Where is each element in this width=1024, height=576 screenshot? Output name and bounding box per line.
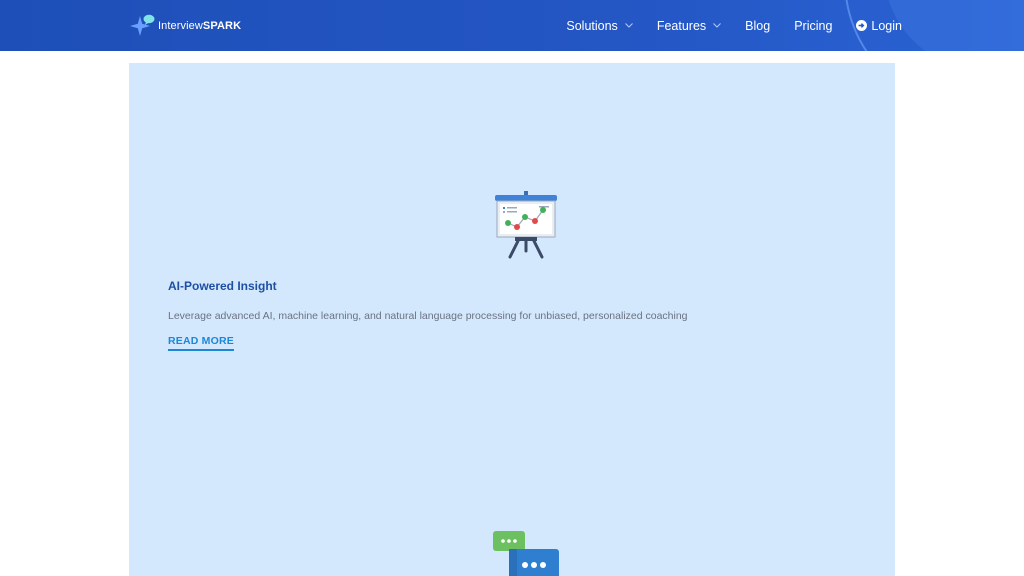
feature-title: AI-Powered Insight — [168, 279, 277, 293]
main-nav: Solutions Features Blog Pricing Login — [542, 0, 902, 51]
nav-solutions[interactable]: Solutions — [566, 18, 633, 33]
presentation-chart-icon — [495, 191, 557, 259]
logo-text: InterviewSPARK — [158, 20, 242, 32]
chevron-down-icon — [713, 23, 722, 28]
logo-link[interactable]: InterviewSPARK — [130, 13, 241, 39]
chevron-down-icon — [624, 23, 633, 28]
nav-features[interactable]: Features — [656, 18, 722, 33]
read-more-link[interactable]: READ MORE — [168, 335, 234, 351]
nav-solutions-label: Solutions — [566, 18, 618, 33]
nav-blog-label: Blog — [745, 18, 771, 33]
top-navigation-bar: InterviewSPARK Solutions Features Blog P… — [0, 0, 1024, 51]
nav-pricing[interactable]: Pricing — [794, 19, 832, 33]
login-button[interactable]: Login — [856, 19, 902, 33]
feature-description: Leverage advanced AI, machine learning, … — [168, 310, 688, 322]
nav-pricing-label: Pricing — [794, 18, 833, 33]
chat-bubbles-icon — [493, 531, 559, 576]
nav-blog[interactable]: Blog — [745, 19, 770, 33]
login-arrow-icon — [856, 20, 868, 31]
nav-features-label: Features — [656, 18, 707, 33]
spark-logo-icon — [130, 14, 155, 36]
features-panel: AI-Powered Insight Leverage advanced AI,… — [129, 63, 895, 576]
login-label: Login — [871, 18, 902, 33]
